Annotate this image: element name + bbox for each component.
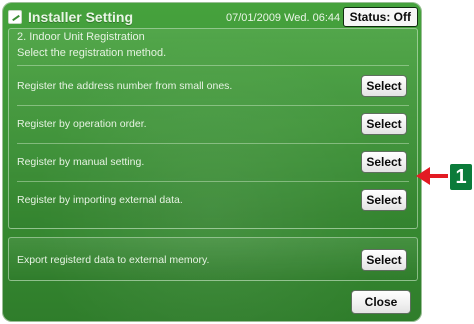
select-button[interactable]: Select <box>361 151 407 173</box>
divider <box>17 65 409 66</box>
export-label: Export registerd data to external memory… <box>17 254 210 266</box>
select-button[interactable]: Select <box>361 75 407 97</box>
callout-annotation: 1 <box>416 157 474 193</box>
option-label: Register the address number from small o… <box>17 80 233 92</box>
export-row: Export registerd data to external memory… <box>9 247 417 273</box>
export-panel: Export registerd data to external memory… <box>8 237 418 281</box>
option-row: Register by operation order. Select <box>9 111 417 137</box>
close-button[interactable]: Close <box>351 290 411 314</box>
select-button[interactable]: Select <box>361 113 407 135</box>
section-title: 2. Indoor Unit Registration <box>17 31 145 43</box>
title: Installer Setting <box>8 7 133 27</box>
settings-icon <box>8 10 22 24</box>
select-button[interactable]: Select <box>361 189 407 211</box>
export-select-button[interactable]: Select <box>361 249 407 271</box>
divider <box>17 143 409 144</box>
callout-number-badge: 1 <box>450 164 472 190</box>
option-row: Register by manual setting. Select <box>9 149 417 175</box>
datetime: 07/01/2009 Wed. 06:44 PM <box>226 12 360 24</box>
title-text: Installer Setting <box>28 9 134 25</box>
registration-panel: 2. Indoor Unit Registration Select the r… <box>8 28 418 229</box>
status-badge: Status: Off <box>342 7 418 27</box>
divider <box>17 181 409 182</box>
top-bar: Installer Setting 07/01/2009 Wed. 06:44 … <box>8 6 418 28</box>
divider <box>17 105 409 106</box>
option-label: Register by importing external data. <box>17 194 183 206</box>
option-row: Register by importing external data. Sel… <box>9 187 417 213</box>
installer-setting-screen: Installer Setting 07/01/2009 Wed. 06:44 … <box>2 2 422 322</box>
option-row: Register the address number from small o… <box>9 73 417 99</box>
option-label: Register by manual setting. <box>17 156 145 168</box>
arrow-line <box>428 174 448 178</box>
option-label: Register by operation order. <box>17 118 147 130</box>
section-subtitle: Select the registration method. <box>17 47 167 59</box>
